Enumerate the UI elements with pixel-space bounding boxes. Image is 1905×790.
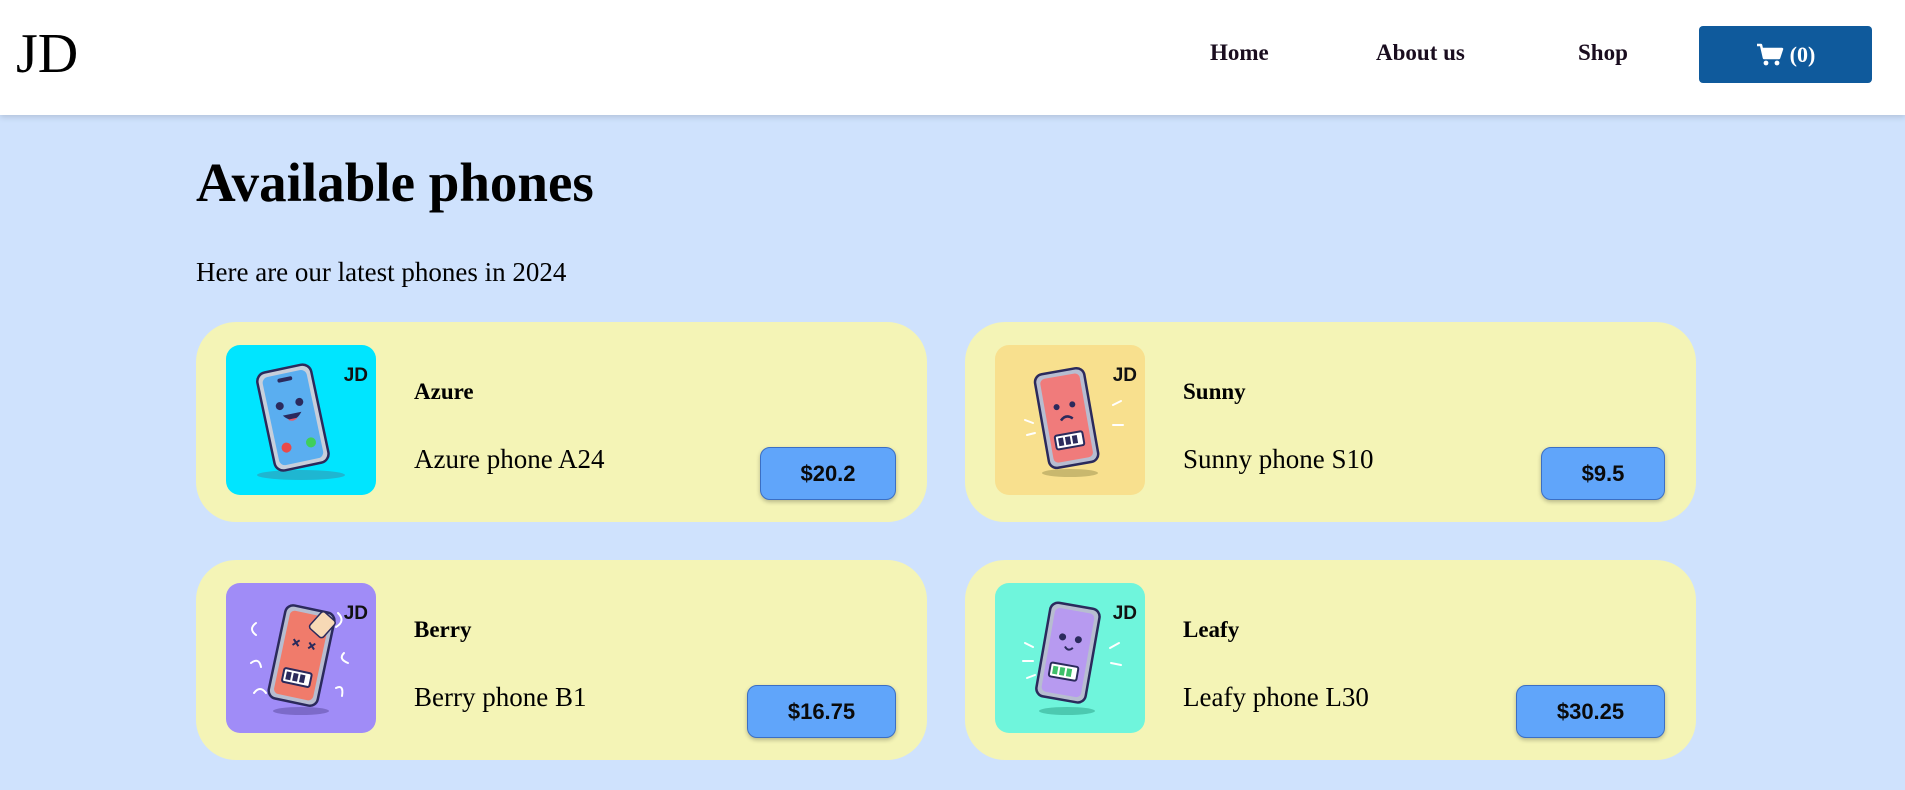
page-subtitle: Here are our latest phones in 2024 [196, 257, 567, 287]
product-name: Berry [414, 617, 472, 642]
product-card-leafy: JD Leafy Leafy phone L30 $30.25 [965, 560, 1696, 760]
nav-link-about-us[interactable]: About us [1376, 38, 1465, 68]
product-name: Sunny [1183, 379, 1246, 404]
product-image: JD [226, 345, 376, 495]
price-button[interactable]: $16.75 [747, 685, 896, 738]
price-button[interactable]: $9.5 [1541, 447, 1665, 500]
product-description: Berry phone B1 [414, 682, 587, 712]
product-description: Sunny phone S10 [1183, 444, 1374, 474]
product-image: JD [995, 345, 1145, 495]
brand-logo[interactable]: JD [16, 18, 78, 90]
cart-count: (0) [1789, 41, 1816, 67]
product-name: Leafy [1183, 617, 1240, 642]
product-card-sunny: JD Sunny Sunny phone S10 $9.5 [965, 322, 1696, 522]
product-name: Azure [414, 379, 474, 404]
product-card-azure: JD Azure Azure phone A24 $20.2 [196, 322, 927, 522]
product-description: Leafy phone L30 [1183, 682, 1369, 712]
nav-link-shop[interactable]: Shop [1578, 38, 1628, 68]
brand-logo: JD [343, 365, 368, 386]
cart-icon [1756, 43, 1784, 67]
product-image: JD [995, 583, 1145, 733]
brand-logo: JD [1112, 365, 1137, 386]
product-description: Azure phone A24 [414, 444, 605, 474]
navbar: JD Home About us Shop (0) [0, 0, 1905, 115]
price-button[interactable]: $30.25 [1516, 685, 1665, 738]
brand-logo: JD [343, 603, 368, 624]
page-title: Available phones [196, 152, 594, 213]
cart-button[interactable]: (0) [1699, 26, 1872, 83]
product-card-berry: JD Berry Berry phone B1 $16.75 [196, 560, 927, 760]
brand-logo: JD [1112, 603, 1137, 624]
product-image: JD [226, 583, 376, 733]
nav-link-home[interactable]: Home [1210, 38, 1269, 68]
price-button[interactable]: $20.2 [760, 447, 896, 500]
